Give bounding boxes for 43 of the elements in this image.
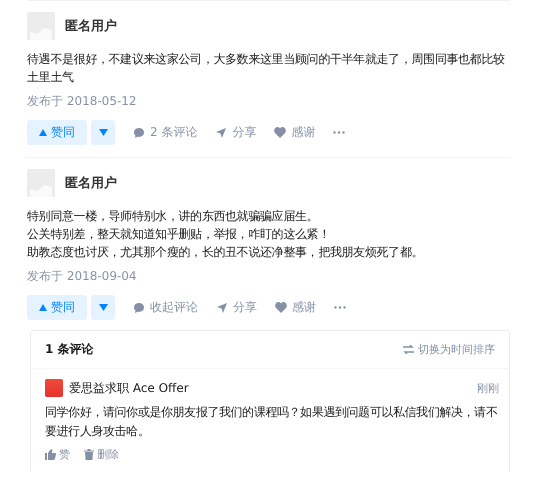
comment-icon: [133, 126, 145, 138]
answer-text: 助教态度也讨厌，尤其那个瘦的，长的丑不说还净整事，把我朋友烦死了都。: [27, 244, 424, 261]
comment-icon: [133, 302, 145, 314]
paper-plane-icon: [215, 126, 228, 138]
publish-date: 发布于 2018-09-04: [27, 268, 138, 285]
paper-plane-icon: [216, 302, 228, 314]
trash-icon: [84, 449, 94, 460]
share-button[interactable]: 分享: [216, 299, 257, 316]
more-icon: [333, 131, 346, 134]
logo-icon: [45, 379, 63, 397]
sort-toggle[interactable]: 切换为时间排序: [403, 342, 495, 357]
more-button[interactable]: [333, 131, 346, 134]
downvote-button[interactable]: [91, 120, 115, 145]
heart-icon: [274, 127, 286, 138]
delete-button[interactable]: 删除: [84, 447, 119, 462]
heart-icon: [275, 302, 287, 313]
share-button[interactable]: 分享: [215, 124, 256, 141]
triangle-down-icon: [98, 129, 108, 136]
comment-button[interactable]: 收起评论: [133, 299, 198, 316]
more-icon: [334, 306, 346, 309]
answer-text: 公关特别差，整天就知道知乎删贴，举报，咋盯的这么紧！: [27, 226, 331, 243]
downvote-button[interactable]: [91, 295, 115, 320]
comment-author[interactable]: 爱思益求职 Ace Offer: [69, 380, 471, 396]
triangle-down-icon: [98, 304, 108, 311]
upvote-button[interactable]: 赞同: [27, 295, 87, 320]
comment-count: 1 条评论: [45, 341, 94, 358]
author-name[interactable]: 匿名用户: [65, 17, 117, 35]
answer-text: 特别同意一楼，导师特别水，讲的东西也就骗骗应届生。: [27, 208, 320, 225]
thumbs-up-icon: [45, 449, 56, 460]
swap-icon: [403, 345, 414, 354]
triangle-up-icon: [39, 129, 47, 136]
answer-text: 待遇不是很好，不建议来这家公司，大多数来这里当顾问的干半年就走了，周围同事也都比较土里土气: [27, 51, 506, 86]
thanks-button[interactable]: 感谢: [275, 299, 316, 316]
like-button[interactable]: 赞: [45, 447, 70, 462]
more-button[interactable]: [334, 306, 346, 309]
upvote-button[interactable]: 赞同: [27, 120, 87, 145]
triangle-up-icon: [39, 304, 47, 311]
comment-button[interactable]: 2 条评论: [133, 124, 198, 141]
comment-text: 同学你好，请问你或是你朋友报了我们的课程吗？如果遇到问题可以私信我们解决，请不要进行人身攻击哈。: [45, 404, 498, 440]
author-name[interactable]: 匿名用户: [65, 174, 117, 192]
thanks-button[interactable]: 感谢: [274, 124, 316, 141]
publish-date: 发布于 2018-05-12: [27, 93, 138, 110]
comment-time: 刚刚: [477, 380, 499, 396]
